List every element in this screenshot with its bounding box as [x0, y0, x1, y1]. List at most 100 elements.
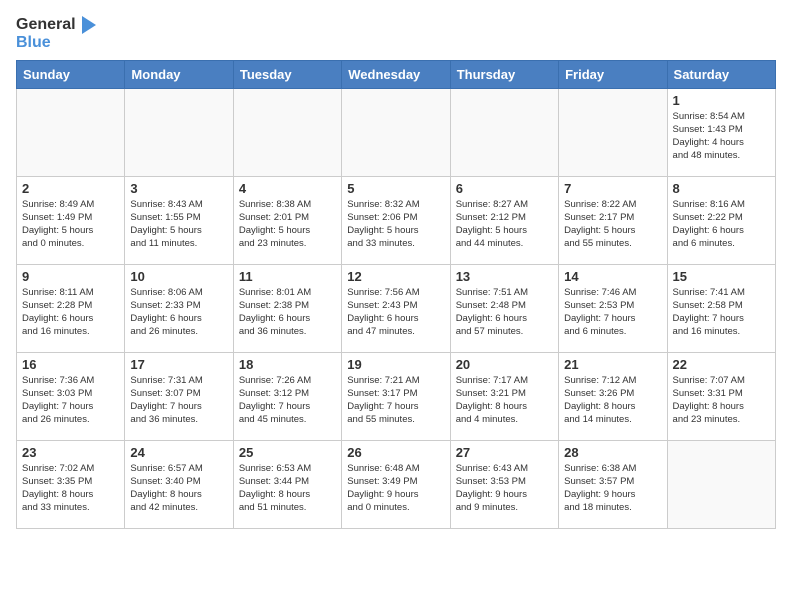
calendar-cell: 12 Sunrise: 7:56 AM Sunset: 2:43 PM Dayli… [342, 264, 450, 352]
logo-container: General Blue [16, 16, 98, 52]
calendar-cell: 7 Sunrise: 8:22 AM Sunset: 2:17 PM Daylig… [559, 176, 667, 264]
day-number: 10 [130, 269, 227, 284]
day-number: 24 [130, 445, 227, 460]
day-number: 27 [456, 445, 553, 460]
calendar-cell [450, 88, 558, 176]
day-number: 13 [456, 269, 553, 284]
calendar-week-1: 1 Sunrise: 8:54 AM Sunset: 1:43 PM Daylig… [17, 88, 776, 176]
day-info: Sunrise: 8:01 AM Sunset: 2:38 PM Dayligh… [239, 286, 336, 339]
calendar-cell: 6 Sunrise: 8:27 AM Sunset: 2:12 PM Daylig… [450, 176, 558, 264]
day-info: Sunrise: 7:56 AM Sunset: 2:43 PM Dayligh… [347, 286, 444, 339]
weekday-header-wednesday: Wednesday [342, 60, 450, 88]
day-number: 2 [22, 181, 119, 196]
calendar-cell [342, 88, 450, 176]
day-number: 16 [22, 357, 119, 372]
calendar-week-5: 23 Sunrise: 7:02 AM Sunset: 3:35 PM Dayli… [17, 440, 776, 528]
calendar-cell: 20Sunrise: 7:17 AM Sunset: 3:21 PM Dayli… [450, 352, 558, 440]
calendar-cell: 26 Sunrise: 6:48 AM Sunset: 3:49 PM Dayli… [342, 440, 450, 528]
calendar-cell: 21 Sunrise: 7:12 AM Sunset: 3:26 PM Dayli… [559, 352, 667, 440]
day-number: 20 [456, 357, 553, 372]
day-number: 21 [564, 357, 661, 372]
day-info: Sunrise: 8:06 AM Sunset: 2:33 PM Dayligh… [130, 286, 227, 339]
calendar-header: SundayMondayTuesdayWednesdayThursdayFrid… [17, 60, 776, 88]
calendar-cell: 8Sunrise: 8:16 AM Sunset: 2:22 PM Daylig… [667, 176, 775, 264]
calendar-cell: 13 Sunrise: 7:51 AM Sunset: 2:48 PM Dayli… [450, 264, 558, 352]
day-info: Sunrise: 6:38 AM Sunset: 3:57 PM Dayligh… [564, 462, 661, 515]
day-info: Sunrise: 7:31 AM Sunset: 3:07 PM Dayligh… [130, 374, 227, 427]
calendar-cell: 15Sunrise: 7:41 AM Sunset: 2:58 PM Dayli… [667, 264, 775, 352]
calendar-cell: 3Sunrise: 8:43 AM Sunset: 1:55 PM Daylig… [125, 176, 233, 264]
calendar-cell: 28 Sunrise: 6:38 AM Sunset: 3:57 PM Dayli… [559, 440, 667, 528]
calendar-cell: 19 Sunrise: 7:21 AM Sunset: 3:17 PM Dayli… [342, 352, 450, 440]
day-info: Sunrise: 8:38 AM Sunset: 2:01 PM Dayligh… [239, 198, 336, 251]
calendar-week-4: 16 Sunrise: 7:36 AM Sunset: 3:03 PM Dayli… [17, 352, 776, 440]
weekday-header-saturday: Saturday [667, 60, 775, 88]
calendar: SundayMondayTuesdayWednesdayThursdayFrid… [16, 60, 776, 529]
day-info: Sunrise: 6:57 AM Sunset: 3:40 PM Dayligh… [130, 462, 227, 515]
calendar-cell: 5Sunrise: 8:32 AM Sunset: 2:06 PM Daylig… [342, 176, 450, 264]
logo-blue: Blue [16, 34, 98, 52]
calendar-cell [667, 440, 775, 528]
calendar-cell: 9 Sunrise: 8:11 AM Sunset: 2:28 PM Daylig… [17, 264, 125, 352]
day-info: Sunrise: 8:54 AM Sunset: 1:43 PM Dayligh… [673, 110, 770, 163]
day-number: 12 [347, 269, 444, 284]
day-number: 8 [673, 181, 770, 196]
calendar-cell: 25 Sunrise: 6:53 AM Sunset: 3:44 PM Dayli… [233, 440, 341, 528]
day-info: Sunrise: 7:41 AM Sunset: 2:58 PM Dayligh… [673, 286, 770, 339]
day-info: Sunrise: 7:21 AM Sunset: 3:17 PM Dayligh… [347, 374, 444, 427]
day-number: 25 [239, 445, 336, 460]
weekday-header-thursday: Thursday [450, 60, 558, 88]
day-number: 11 [239, 269, 336, 284]
calendar-cell: 24 Sunrise: 6:57 AM Sunset: 3:40 PM Dayli… [125, 440, 233, 528]
logo-general: General [16, 16, 76, 34]
day-number: 22 [673, 357, 770, 372]
calendar-cell: 4 Sunrise: 8:38 AM Sunset: 2:01 PM Daylig… [233, 176, 341, 264]
calendar-cell [233, 88, 341, 176]
day-number: 6 [456, 181, 553, 196]
calendar-cell: 16 Sunrise: 7:36 AM Sunset: 3:03 PM Dayli… [17, 352, 125, 440]
weekday-header-row: SundayMondayTuesdayWednesdayThursdayFrid… [17, 60, 776, 88]
day-info: Sunrise: 8:27 AM Sunset: 2:12 PM Dayligh… [456, 198, 553, 251]
day-info: Sunrise: 7:26 AM Sunset: 3:12 PM Dayligh… [239, 374, 336, 427]
calendar-cell [125, 88, 233, 176]
day-number: 26 [347, 445, 444, 460]
day-number: 28 [564, 445, 661, 460]
calendar-cell: 1 Sunrise: 8:54 AM Sunset: 1:43 PM Daylig… [667, 88, 775, 176]
calendar-cell [559, 88, 667, 176]
day-info: Sunrise: 7:36 AM Sunset: 3:03 PM Dayligh… [22, 374, 119, 427]
weekday-header-friday: Friday [559, 60, 667, 88]
calendar-cell: 18 Sunrise: 7:26 AM Sunset: 3:12 PM Dayli… [233, 352, 341, 440]
day-number: 17 [130, 357, 227, 372]
day-info: Sunrise: 7:12 AM Sunset: 3:26 PM Dayligh… [564, 374, 661, 427]
calendar-body: 1 Sunrise: 8:54 AM Sunset: 1:43 PM Daylig… [17, 88, 776, 528]
day-info: Sunrise: 7:51 AM Sunset: 2:48 PM Dayligh… [456, 286, 553, 339]
day-info: Sunrise: 6:53 AM Sunset: 3:44 PM Dayligh… [239, 462, 336, 515]
calendar-cell: 17 Sunrise: 7:31 AM Sunset: 3:07 PM Dayli… [125, 352, 233, 440]
calendar-cell: 10 Sunrise: 8:06 AM Sunset: 2:33 PM Dayli… [125, 264, 233, 352]
calendar-cell: 22 Sunrise: 7:07 AM Sunset: 3:31 PM Dayli… [667, 352, 775, 440]
day-number: 19 [347, 357, 444, 372]
day-info: Sunrise: 8:22 AM Sunset: 2:17 PM Dayligh… [564, 198, 661, 251]
weekday-header-sunday: Sunday [17, 60, 125, 88]
day-number: 18 [239, 357, 336, 372]
day-info: Sunrise: 8:11 AM Sunset: 2:28 PM Dayligh… [22, 286, 119, 339]
day-info: Sunrise: 6:48 AM Sunset: 3:49 PM Dayligh… [347, 462, 444, 515]
day-info: Sunrise: 8:49 AM Sunset: 1:49 PM Dayligh… [22, 198, 119, 251]
day-info: Sunrise: 7:02 AM Sunset: 3:35 PM Dayligh… [22, 462, 119, 515]
day-number: 7 [564, 181, 661, 196]
day-info: Sunrise: 7:07 AM Sunset: 3:31 PM Dayligh… [673, 374, 770, 427]
day-number: 9 [22, 269, 119, 284]
calendar-cell: 23 Sunrise: 7:02 AM Sunset: 3:35 PM Dayli… [17, 440, 125, 528]
day-number: 14 [564, 269, 661, 284]
day-number: 4 [239, 181, 336, 196]
day-info: Sunrise: 8:32 AM Sunset: 2:06 PM Dayligh… [347, 198, 444, 251]
calendar-week-2: 2 Sunrise: 8:49 AM Sunset: 1:49 PM Daylig… [17, 176, 776, 264]
weekday-header-monday: Monday [125, 60, 233, 88]
day-number: 1 [673, 93, 770, 108]
day-number: 23 [22, 445, 119, 460]
calendar-cell: 14 Sunrise: 7:46 AM Sunset: 2:53 PM Dayli… [559, 264, 667, 352]
day-info: Sunrise: 7:46 AM Sunset: 2:53 PM Dayligh… [564, 286, 661, 339]
day-info: Sunrise: 8:43 AM Sunset: 1:55 PM Dayligh… [130, 198, 227, 251]
calendar-cell: 2 Sunrise: 8:49 AM Sunset: 1:49 PM Daylig… [17, 176, 125, 264]
calendar-cell: 27Sunrise: 6:43 AM Sunset: 3:53 PM Dayli… [450, 440, 558, 528]
